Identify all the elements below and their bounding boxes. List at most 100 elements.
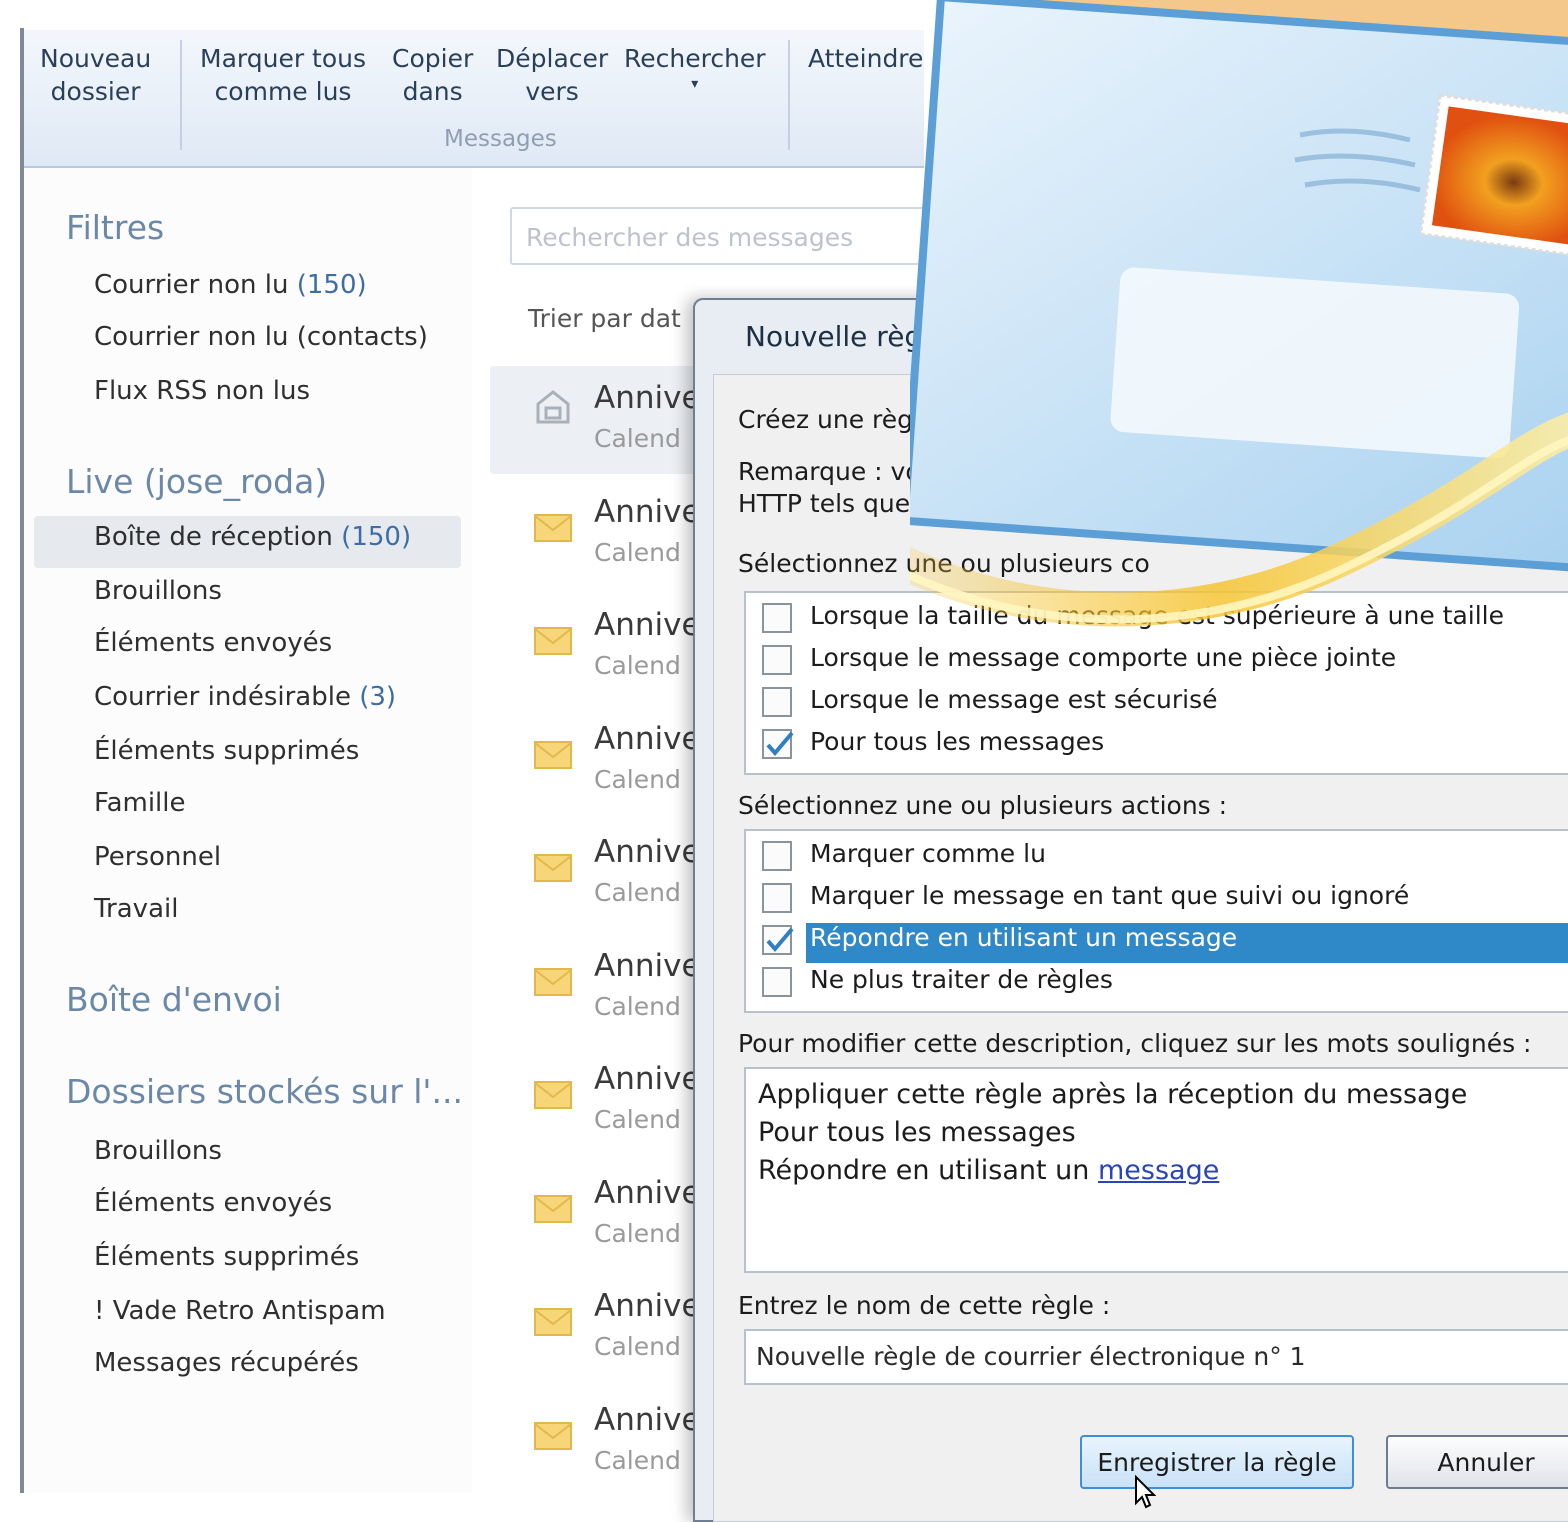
message-subject: Calend — [594, 764, 681, 794]
folder-deleted[interactable]: Éléments supprimés — [94, 736, 359, 766]
filter-unread[interactable]: Courrier non lu (150) — [94, 270, 367, 300]
message-row[interactable]: Annive Calend — [490, 1274, 710, 1382]
stored-folder-sent[interactable]: Éléments envoyés — [94, 1188, 332, 1218]
stored-folder-drafts[interactable]: Brouillons — [94, 1136, 222, 1166]
description-label: Pour modifier cette description, cliquez… — [738, 1029, 1532, 1058]
cancel-button[interactable]: Annuler — [1386, 1435, 1568, 1489]
folder-label: Travail — [94, 894, 179, 924]
action-label: Marquer comme lu — [810, 839, 1046, 868]
filter-unread-contacts[interactable]: Courrier non lu (contacts) — [94, 322, 428, 352]
move-to-button[interactable]: Déplacer vers — [496, 42, 608, 108]
message-subject: Calend — [594, 537, 681, 567]
folder-label: Éléments supprimés — [94, 1242, 360, 1272]
message-sender: Annive — [594, 947, 701, 984]
mark-all-read-button[interactable]: Marquer tous comme lus — [200, 42, 366, 108]
message-sender: Annive — [594, 1288, 701, 1324]
message-sender: Annive — [594, 1401, 701, 1438]
dialog-intro: Créez une règle — [738, 405, 936, 434]
message-row[interactable]: Annive Calend — [490, 820, 710, 928]
message-row[interactable]: Annive Calend — [490, 480, 710, 588]
folder-label: ! Vade Retro Antispam — [94, 1296, 386, 1326]
condition-label: Lorsque le message comporte une pièce jo… — [810, 643, 1397, 672]
filters-heading[interactable]: Filtres — [66, 208, 164, 247]
description-text: Répondre en utilisant un — [758, 1155, 1098, 1186]
button-label: Atteindre — [808, 44, 924, 73]
action-stop-rules-checkbox[interactable] — [762, 967, 792, 997]
windows-live-mail-logo — [910, 0, 1568, 640]
save-rule-button[interactable]: Enregistrer la règle — [1080, 1435, 1354, 1489]
button-label: Marquer tous — [200, 44, 367, 73]
actions-list: Marquer comme lu Marquer le message en t… — [744, 829, 1568, 1013]
description-line-with-link: Répondre en utilisant un message — [758, 1155, 1219, 1186]
folder-work[interactable]: Travail — [94, 894, 178, 924]
dialog-remark-line: HTTP tels que — [738, 489, 911, 518]
message-subject: Calend — [594, 991, 681, 1021]
folder-family[interactable]: Famille — [94, 788, 186, 818]
message-row[interactable]: Annive Calend — [490, 934, 710, 1042]
folder-sent[interactable]: Éléments envoyés — [94, 628, 332, 658]
envelope-icon — [534, 740, 572, 769]
message-sender: Annive — [594, 1061, 701, 1097]
envelope-icon — [534, 1421, 572, 1450]
stored-folder-recovered[interactable]: Messages récupérés — [94, 1348, 359, 1378]
search-input[interactable]: Rechercher des messages — [510, 207, 950, 265]
action-flag-checkbox[interactable] — [762, 883, 792, 913]
message-row[interactable]: Annive Calend — [490, 1161, 710, 1269]
copy-to-button[interactable]: Copier dans — [392, 42, 473, 108]
folder-label: Éléments envoyés — [94, 1188, 333, 1218]
dropdown-arrow-icon: ▾ — [691, 76, 699, 92]
button-label: Rechercher — [624, 44, 766, 73]
rule-name-input[interactable]: Nouvelle règle de courrier électronique … — [744, 1329, 1568, 1385]
message-row[interactable]: Annive Calend — [490, 1388, 710, 1496]
actions-label: Sélectionnez une ou plusieurs actions : — [738, 791, 1228, 820]
envelope-icon — [534, 967, 572, 996]
folder-label: Courrier indésirable — [94, 682, 360, 712]
folder-inbox[interactable]: Boîte de réception (150) — [94, 522, 411, 552]
checkmark-icon — [766, 927, 794, 953]
message-row[interactable]: Annive Calend — [490, 366, 710, 474]
find-button[interactable]: Rechercher ▾ — [624, 42, 766, 93]
action-mark-read-checkbox[interactable] — [762, 841, 792, 871]
mouse-cursor-icon — [1135, 1475, 1156, 1509]
stored-folders-heading[interactable]: Dossiers stockés sur l'... — [66, 1072, 463, 1111]
stored-folder-deleted[interactable]: Éléments supprimés — [94, 1242, 359, 1272]
filter-unread-rss[interactable]: Flux RSS non lus — [94, 376, 310, 406]
message-link[interactable]: message — [1098, 1155, 1219, 1186]
account-heading[interactable]: Live (jose_roda) — [66, 462, 327, 501]
folder-label: Famille — [94, 788, 186, 818]
unread-count: (150) — [296, 270, 367, 300]
action-reply-checkbox[interactable] — [762, 925, 794, 955]
folder-label: Éléments envoyés — [94, 628, 333, 658]
action-label: Ne plus traiter de règles — [810, 965, 1113, 994]
message-subject: Calend — [594, 651, 681, 680]
stored-folder-antispam[interactable]: ! Vade Retro Antispam — [94, 1296, 386, 1326]
rule-description: Appliquer cette règle après la réception… — [744, 1067, 1568, 1273]
button-label: dans — [402, 77, 463, 106]
message-row[interactable]: Annive Calend — [490, 1047, 710, 1155]
button-label: Nouveau — [40, 44, 152, 73]
dialog-title: Nouvelle règ — [745, 320, 923, 353]
message-subject: Calend — [594, 1445, 681, 1475]
condition-all-messages-checkbox[interactable] — [762, 729, 794, 759]
message-sender: Annive — [594, 834, 701, 870]
button-label: Déplacer — [496, 44, 609, 73]
condition-attachment-checkbox[interactable] — [762, 645, 792, 675]
envelope-logo-icon — [910, 0, 1568, 627]
envelope-icon — [534, 513, 572, 542]
button-label: vers — [525, 77, 579, 106]
unread-count: (150) — [341, 522, 412, 552]
go-to-button[interactable]: Atteindre — [808, 42, 923, 75]
message-sender: Annive — [594, 607, 701, 643]
folder-junk[interactable]: Courrier indésirable (3) — [94, 682, 396, 712]
condition-size-checkbox[interactable] — [762, 603, 792, 633]
new-folder-button[interactable]: Nouveau dossier — [40, 42, 151, 108]
condition-secure-checkbox[interactable] — [762, 687, 792, 717]
folder-personal[interactable]: Personnel — [94, 842, 221, 872]
message-row[interactable]: Annive Calend — [490, 593, 710, 701]
message-subject: Calend — [594, 878, 681, 907]
description-line: Pour tous les messages — [758, 1117, 1076, 1148]
outbox-heading[interactable]: Boîte d'envoi — [66, 980, 282, 1019]
sort-by-label[interactable]: Trier par dat — [528, 304, 681, 333]
message-row[interactable]: Annive Calend — [490, 707, 710, 815]
folder-drafts[interactable]: Brouillons — [94, 576, 222, 606]
